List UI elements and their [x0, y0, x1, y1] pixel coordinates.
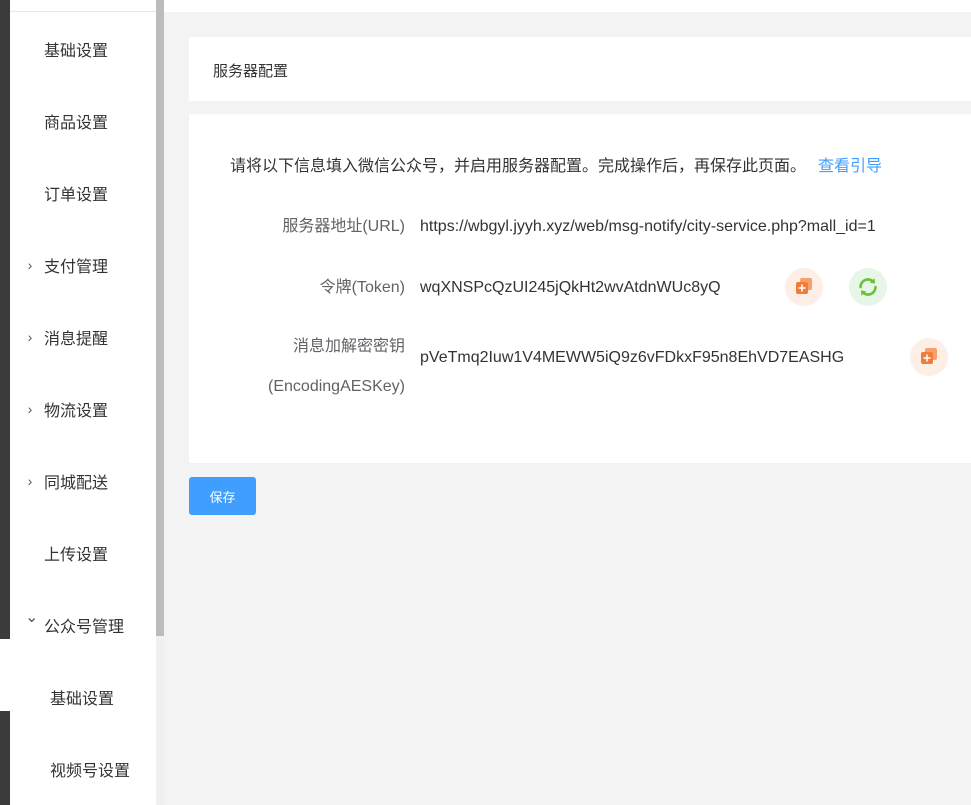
sidebar-item-label: 同城配送 — [44, 475, 109, 492]
left-strip-gap — [0, 639, 10, 711]
sidebar-item-order-settings[interactable]: 订单设置 — [10, 157, 156, 229]
save-button[interactable]: 保存 — [189, 477, 256, 515]
sidebar-divider — [10, 11, 156, 12]
chevron-right-icon: › — [27, 257, 33, 273]
url-value: https://wbgyl.jyyh.xyz/web/msg-notify/ci… — [420, 218, 876, 235]
sidebar-item-local-delivery[interactable]: › 同城配送 — [10, 445, 156, 517]
page-title: 服务器配置 — [213, 63, 289, 80]
chevron-right-icon: › — [27, 473, 33, 489]
copy-token-button[interactable] — [785, 268, 823, 306]
sidebar-item-label: 公众号管理 — [44, 619, 125, 636]
sidebar-scrollbar-thumb[interactable] — [156, 0, 164, 636]
token-label: 令牌(Token) — [319, 279, 405, 296]
sidebar-item-label: 商品设置 — [44, 115, 109, 132]
copy-aes-key-button[interactable] — [910, 338, 948, 376]
sidebar-item-product-settings[interactable]: 商品设置 — [10, 85, 156, 157]
view-guide-link[interactable]: 查看引导 — [818, 158, 882, 175]
refresh-token-button[interactable] — [849, 268, 887, 306]
sidebar-item-official-account[interactable]: ⌄ 公众号管理 — [10, 589, 156, 661]
sidebar-item-label: 支付管理 — [44, 259, 109, 276]
sidebar-subitem-video-account[interactable]: 视频号设置 — [10, 733, 156, 805]
sidebar-item-upload-settings[interactable]: 上传设置 — [10, 517, 156, 589]
sidebar-item-messages[interactable]: › 消息提醒 — [10, 301, 156, 373]
instruction-message: 请将以下信息填入微信公众号，并启用服务器配置。完成操作后，再保存此页面。 — [230, 158, 807, 175]
aes-key-label-line2: (EncodingAESKey) — [268, 378, 405, 395]
sidebar-item-logistics[interactable]: › 物流设置 — [10, 373, 156, 445]
sidebar-item-label: 物流设置 — [44, 403, 109, 420]
url-label: 服务器地址(URL) — [282, 218, 405, 235]
top-band — [164, 0, 971, 12]
sidebar-subitem-basic-settings[interactable]: 基础设置 — [10, 661, 156, 733]
sidebar-item-label: 订单设置 — [44, 187, 109, 204]
aes-key-value: pVeTmq2Iuw1V4MEWW5iQ9z6vFDkxF95n8EhVD7EA… — [420, 349, 845, 366]
token-value: wqXNSPcQzUI245jQkHt2wvAtdnWUc8yQ — [420, 279, 721, 296]
copy-icon — [796, 278, 812, 294]
chevron-right-icon: › — [27, 401, 33, 417]
sidebar-item-payment[interactable]: › 支付管理 — [10, 229, 156, 301]
aes-key-label-line1: 消息加解密密钥 — [292, 338, 405, 355]
chevron-right-icon: › — [27, 329, 33, 345]
sidebar-item-label: 消息提醒 — [44, 331, 109, 348]
sidebar-item-basic-settings[interactable]: 基础设置 — [10, 13, 156, 85]
chevron-down-icon: ⌄ — [25, 609, 39, 626]
sidebar-item-label: 基础设置 — [44, 43, 109, 60]
server-config-form: 请将以下信息填入微信公众号，并启用服务器配置。完成操作后，再保存此页面。 查看引导… — [189, 114, 971, 463]
sidebar: 基础设置 商品设置 订单设置 › 支付管理 › 消息提醒 › 物流设置 › 同城… — [10, 0, 156, 805]
sidebar-item-label: 视频号设置 — [50, 763, 131, 780]
sidebar-item-label: 基础设置 — [50, 691, 115, 708]
copy-icon — [921, 348, 937, 364]
sidebar-item-label: 上传设置 — [44, 547, 109, 564]
card-header: 服务器配置 — [189, 37, 971, 101]
instruction-text: 请将以下信息填入微信公众号，并启用服务器配置。完成操作后，再保存此页面。 查看引导 — [230, 152, 882, 176]
refresh-icon — [859, 278, 877, 296]
